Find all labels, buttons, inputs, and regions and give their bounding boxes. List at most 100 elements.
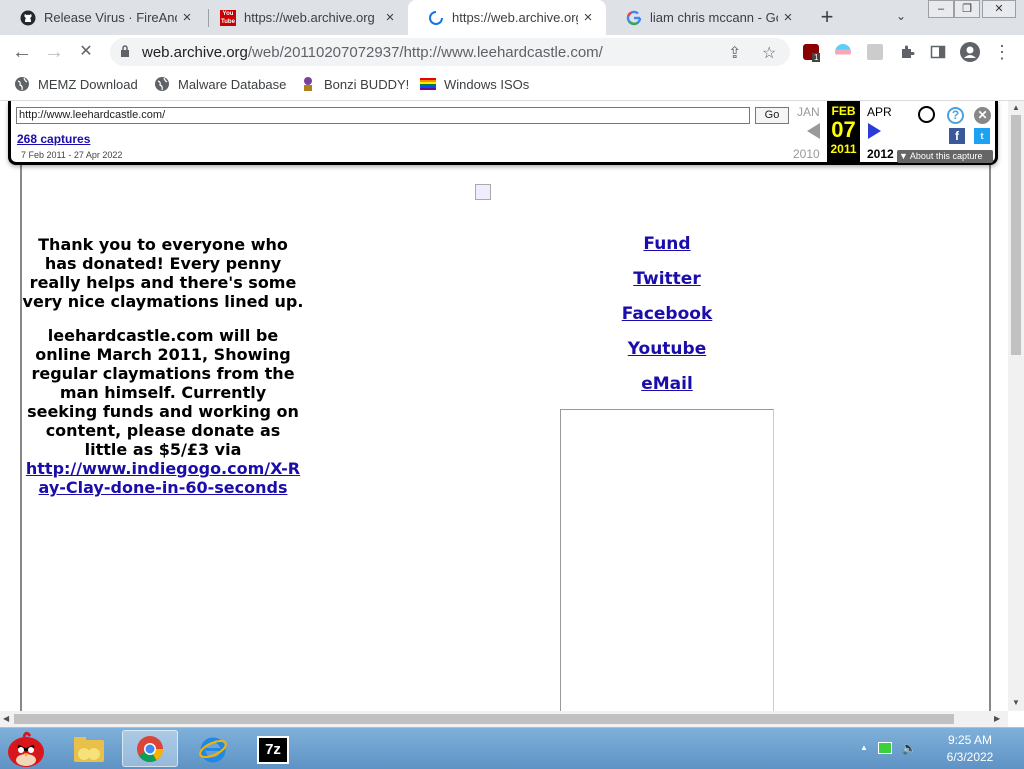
scroll-left-icon[interactable]: ◀: [3, 714, 9, 723]
github-icon: [20, 10, 36, 25]
donation-message: Thank you to everyone who has donated! E…: [22, 235, 304, 497]
site-nav-links: Fund Twitter Facebook Youtube eMail: [560, 235, 774, 410]
wayback-prev-year: 2010: [793, 147, 820, 161]
thank-you-paragraph: Thank you to everyone who has donated! E…: [22, 235, 304, 311]
page-viewport: http://www.leehardcastle.com/ Go 268 cap…: [0, 101, 1008, 711]
lock-icon: [121, 45, 129, 57]
taskbar-7zip[interactable]: 7z: [245, 730, 301, 767]
side-panel-icon[interactable]: [930, 44, 946, 60]
globe-icon: [155, 77, 169, 91]
tab-web-archive-1[interactable]: You Tube https://web.archive.org ×: [200, 0, 408, 35]
extension-badge: 1: [812, 53, 821, 62]
browser-toolbar: ← → ✕ web.archive.org/web/20110207072937…: [0, 35, 1024, 69]
bookmark-memz[interactable]: MEMZ Download: [14, 76, 138, 92]
wayback-date-range: 7 Feb 2011 - 27 Apr 2022: [21, 150, 123, 160]
wayback-next-year: 2012: [867, 147, 894, 161]
bookmark-star-icon[interactable]: ☆: [762, 43, 776, 63]
tab-close-icon[interactable]: ×: [578, 9, 598, 26]
back-button[interactable]: ←: [10, 40, 34, 64]
tab-title: https://web.archive.org: [452, 10, 578, 25]
wayback-next-month: APR: [867, 105, 892, 119]
facebook-link[interactable]: Facebook: [560, 305, 774, 340]
bookmark-windows-isos[interactable]: Windows ISOs: [420, 76, 529, 92]
extension-icon[interactable]: [867, 44, 883, 60]
wayback-next-arrow-icon[interactable]: [868, 123, 881, 139]
bookmark-malware-database[interactable]: Malware Database: [154, 76, 286, 92]
youtube-link[interactable]: Youtube: [560, 340, 774, 375]
scroll-up-icon[interactable]: ▲: [1012, 103, 1020, 112]
volume-icon[interactable]: 🔈: [902, 741, 917, 755]
tab-release-virus[interactable]: Release Virus · FireAndr ×: [0, 0, 205, 35]
clock-time: 9:25 AM: [947, 733, 993, 747]
taskbar-clock[interactable]: 9:25 AM 6/3/2022: [928, 732, 1012, 766]
profile-avatar-icon[interactable]: [960, 42, 980, 62]
vertical-scroll-thumb[interactable]: [1011, 115, 1021, 355]
tab-title: https://web.archive.org: [244, 10, 375, 25]
bookmarks-bar: MEMZ Download Malware Database Bonzi BUD…: [0, 69, 1024, 101]
wayback-user-icon[interactable]: [918, 106, 935, 123]
indiegogo-link[interactable]: http://www.indiegogo.com/X-Ray-Clay-done…: [26, 459, 300, 497]
wayback-url-input[interactable]: http://www.leehardcastle.com/: [16, 107, 750, 124]
tab-search-icon[interactable]: ⌄: [896, 9, 906, 23]
chrome-menu-icon[interactable]: ⋮: [990, 40, 1014, 64]
wayback-help-icon[interactable]: ?: [947, 107, 964, 124]
trans-flag-extension-icon[interactable]: [835, 44, 851, 60]
horizontal-scrollbar[interactable]: ◀ ▶: [0, 711, 1008, 727]
7zip-icon: 7z: [257, 736, 289, 764]
wayback-captures-link[interactable]: 268 captures: [17, 132, 90, 146]
wayback-go-button[interactable]: Go: [755, 107, 789, 124]
facebook-share-icon[interactable]: f: [949, 128, 965, 144]
taskbar-explorer[interactable]: [62, 730, 118, 767]
new-tab-button[interactable]: +: [816, 6, 838, 28]
twitter-share-icon[interactable]: t: [974, 128, 990, 144]
horizontal-scroll-thumb[interactable]: [14, 714, 954, 724]
internet-explorer-icon: [199, 737, 227, 763]
wayback-prev-arrow-icon[interactable]: [807, 123, 820, 139]
bookmark-label: MEMZ Download: [38, 76, 138, 92]
taskbar-internet-explorer[interactable]: [185, 730, 241, 767]
tab-title: Release Virus · FireAndr: [44, 10, 177, 25]
scroll-right-icon[interactable]: ▶: [994, 714, 1000, 723]
chrome-icon: [137, 736, 164, 763]
system-tray: ▲ 🔈: [860, 741, 917, 755]
fund-link[interactable]: Fund: [560, 235, 774, 270]
angry-birds-start-icon[interactable]: [4, 728, 48, 768]
tray-chevron-icon[interactable]: ▲: [860, 743, 868, 755]
wayback-current-date: FEB 07 2011: [827, 101, 860, 162]
youtube-icon: You Tube: [220, 9, 236, 26]
ublock-extension-icon[interactable]: 1: [803, 44, 821, 62]
minimize-button[interactable]: –: [928, 0, 954, 18]
puzzle-extensions-icon[interactable]: [899, 44, 915, 60]
tab-close-icon[interactable]: ×: [177, 9, 197, 26]
folder-icon: [74, 737, 104, 762]
address-bar[interactable]: web.archive.org/web/20110207072937/http:…: [110, 38, 790, 66]
restore-button[interactable]: ❐: [954, 0, 980, 18]
bookmark-label: Malware Database: [178, 76, 287, 92]
tab-close-icon[interactable]: ×: [380, 9, 400, 26]
bookmark-bonzi-buddy[interactable]: Bonzi BUDDY!: [300, 76, 409, 92]
bookmark-label: Bonzi BUDDY!: [324, 76, 410, 92]
wayback-current-day: 07: [831, 117, 856, 142]
url-path: /web/20110207072937/http://www.leehardca…: [247, 44, 603, 61]
launch-paragraph: leehardcastle.com will be online March 2…: [27, 326, 299, 459]
email-link[interactable]: eMail: [560, 375, 774, 410]
tab-web-archive-active[interactable]: https://web.archive.org ×: [408, 0, 606, 35]
taskbar-chrome[interactable]: [122, 730, 178, 767]
share-icon[interactable]: ⇪: [728, 43, 741, 63]
close-window-button[interactable]: ✕: [982, 0, 1016, 18]
url-text[interactable]: web.archive.org/web/20110207072937/http:…: [142, 44, 603, 61]
wayback-close-icon[interactable]: ✕: [974, 107, 991, 124]
google-icon: [626, 10, 642, 25]
network-icon[interactable]: [877, 742, 892, 754]
scroll-down-icon[interactable]: ▼: [1012, 698, 1020, 707]
vertical-scrollbar[interactable]: ▲ ▼: [1008, 101, 1024, 711]
url-host: web.archive.org: [142, 44, 248, 61]
about-this-capture-button[interactable]: ▼ About this capture: [897, 150, 993, 163]
loading-spinner-icon: [429, 10, 443, 25]
tab-close-icon[interactable]: ×: [778, 9, 798, 26]
forward-button[interactable]: →: [42, 40, 66, 64]
wayback-toolbar: http://www.leehardcastle.com/ Go 268 cap…: [8, 101, 998, 165]
tab-google-search[interactable]: liam chris mccann - Go ×: [606, 0, 806, 35]
twitter-link[interactable]: Twitter: [560, 270, 774, 305]
stop-button[interactable]: ✕: [74, 40, 98, 64]
